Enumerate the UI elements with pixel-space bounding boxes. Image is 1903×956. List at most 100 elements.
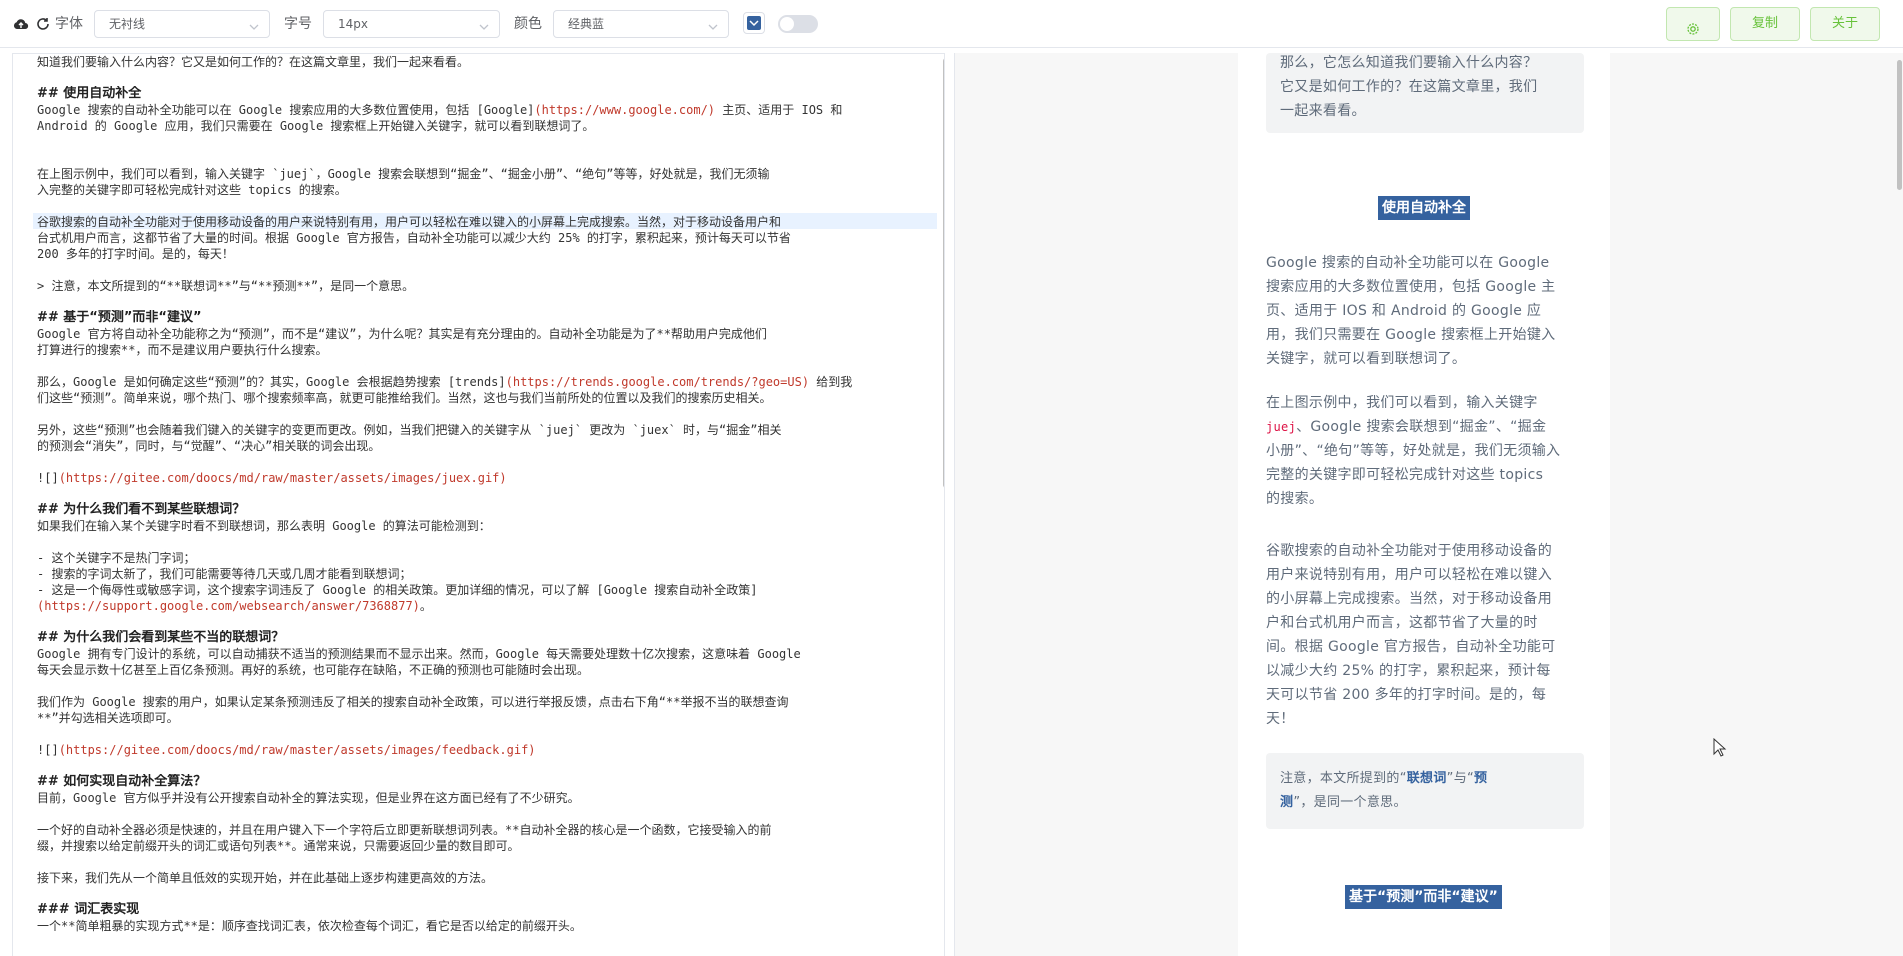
editor-line: ### 词汇表实现	[37, 902, 140, 917]
font-select[interactable]: 无衬线	[94, 10, 270, 38]
editor-blank-line	[37, 758, 927, 774]
para-line: 关键字，就可以看到联想词了。	[1266, 351, 1467, 367]
color-picker[interactable]	[743, 12, 765, 34]
markdown-url: (https://www.google.com/)	[534, 103, 716, 117]
para-line: Google 搜索的自动补全功能可以在 Google	[1266, 255, 1550, 271]
markdown-url: (https://trends.google.com/trends/?geo=U…	[505, 375, 810, 389]
para-line: 户和台式机用户而言，这都节省了大量的时	[1266, 615, 1538, 631]
editor-blank-line	[37, 262, 927, 278]
theme-toggle[interactable]	[778, 15, 818, 33]
preview-scrollbar[interactable]	[1897, 60, 1902, 190]
markdown-url: (https://gitee.com/doocs/md/raw/master/a…	[58, 743, 536, 757]
para-line: 谷歌搜索的自动补全功能对于使用移动设备的	[1266, 543, 1552, 559]
editor-line: ## 基于“预测”而非“建议”	[37, 310, 202, 325]
heading-prediction: 基于“预测”而非“建议”	[1345, 885, 1502, 909]
markdown-url: (https://gitee.com/doocs/md/raw/master/a…	[58, 471, 507, 485]
editor-line: 知道我们要输入什么内容？它又是如何工作的？在这篇文章里，我们一起来看看。	[37, 55, 470, 69]
editor-line: 一个**简单粗暴的实现方式**是：顺序查找词汇表，依次检查每个词汇，看它是否以给…	[37, 919, 582, 933]
editor-line: **”并勾选相关选项即可。	[37, 711, 179, 725]
quote-line: 一起来看看。	[1280, 103, 1366, 119]
mouse-cursor-icon	[1713, 737, 1727, 762]
para-line: 完整的关键字即可轻松完成针对这些 topics	[1266, 467, 1544, 483]
editor-line: ![](https://gitee.com/doocs/md/raw/maste…	[37, 471, 507, 485]
toolbar: 字体 无衬线 字号 14px 颜色 经典蓝 复制 关于	[0, 0, 1903, 48]
editor-line: - 搜索的字词太新了，我们可能需要等待几天或几周才能看到联想词；	[37, 567, 412, 581]
para-line: 小册”、“绝句”等等，好处就是，我们无须输入	[1266, 443, 1561, 459]
size-select[interactable]: 14px	[323, 10, 500, 38]
note-strong: 联想词	[1406, 771, 1447, 786]
intro-quote-text: 那么，它怎么知道我们要输入什么内容？ 它又是如何工作的？在这篇文章里，我们 一起…	[1280, 53, 1580, 123]
editor-line: 缀，并搜索以给定前缀开头的词汇或语句列表**。通常来说，只需要返回少量的数目即可…	[37, 839, 520, 853]
note-text: 注意，本文所提到的“联想词”与“预 测”，是同一个意思。	[1280, 767, 1570, 815]
paragraph-2: 在上图示例中，我们可以看到，输入关键字 juej、Google 搜索会联想到“掘…	[1266, 391, 1596, 511]
settings-button[interactable]	[1666, 7, 1720, 41]
editor-line: ## 为什么我们会看到某些不当的联想词？	[37, 630, 285, 645]
editor-line: 如果我们在输入某个关键字时看不到联想词，那么表明 Google 的算法可能检测到…	[37, 519, 491, 533]
editor-line: 入完整的关键字即可轻松完成针对这些 topics 的搜索。	[37, 183, 347, 197]
markdown-editor[interactable]: 知道我们要输入什么内容？它又是如何工作的？在这篇文章里，我们一起来看看。 ## 使…	[12, 53, 945, 956]
editor-line: ## 使用自动补全	[37, 86, 142, 101]
para-line: 在上图示例中，我们可以看到，输入关键字	[1266, 395, 1538, 411]
editor-line: Google 官方将自动补全功能称之为“预测”，而不是“建议”，为什么呢？其实是…	[37, 327, 767, 341]
inline-code: juej	[1266, 420, 1297, 434]
editor-line: - 这是一个侮辱性或敏感字词，这个搜索字词违反了 Google 的相关政策。更加…	[37, 583, 758, 597]
para-line: 的搜索。	[1266, 491, 1324, 507]
paragraph-1: Google 搜索的自动补全功能可以在 Google 搜索应用的大多数位置使用，…	[1266, 251, 1596, 371]
note-line: 测”，是同一个意思。	[1280, 791, 1570, 815]
editor-blank-line	[37, 454, 927, 470]
editor-blank-line	[37, 150, 927, 166]
note-suffix: ”，是同一个意思。	[1293, 795, 1407, 810]
refresh-icon[interactable]	[35, 16, 51, 32]
chevron-down-icon	[478, 18, 490, 30]
editor-line: 每天会显示数十亿甚至上百亿条预测。再好的系统，也可能存在缺陷，不正确的预测也可能…	[37, 663, 590, 677]
font-select-value: 无衬线	[109, 17, 146, 31]
editor-blank-line	[37, 726, 927, 742]
preview-page: 那么，它怎么知道我们要输入什么内容？ 它又是如何工作的？在这篇文章里，我们 一起…	[1238, 53, 1610, 956]
editor-line: ## 如何实现自动补全算法？	[37, 774, 207, 789]
editor-line: 另外，这些“预测”也会随着我们键入的关键字的变更而更改。例如，当我们把键入的关键…	[37, 423, 782, 437]
editor-line: 们这些“预测”。简单来说，哪个热门、哪个搜索频率高，就更可能推给我们。当然，这也…	[37, 391, 772, 405]
para-line: 天！	[1266, 711, 1295, 727]
para-line: 天可以节省 200 多年的打字时间。是的，每	[1266, 687, 1547, 703]
editor-line: 我们作为 Google 搜索的用户，如果认定某条预测违反了相关的搜索自动补全政策…	[37, 695, 789, 709]
copy-button[interactable]: 复制	[1730, 7, 1800, 41]
editor-blank-line	[37, 678, 927, 694]
color-label: 颜色	[514, 16, 542, 32]
para-line: 用户来说特别有用，用户可以轻松在难以键入	[1266, 567, 1552, 583]
editor-line: > 注意，本文所提到的“**联想词**”与“**预测**”，是同一个意思。	[37, 279, 415, 293]
editor-line: 台式机用户而言，这都节省了大量的时间。根据 Google 官方报告，自动补全功能…	[37, 231, 791, 245]
size-select-value: 14px	[338, 17, 368, 31]
editor-scrollbar[interactable]	[943, 58, 944, 488]
editor-line: Google 搜索的自动补全功能可以在 Google 搜索应用的大多数位置使用，…	[37, 103, 843, 117]
para-line: 以减少大约 25% 的打字，累积起来，预计每	[1266, 663, 1551, 679]
paragraph-3: 谷歌搜索的自动补全功能对于使用移动设备的 用户来说特别有用，用户可以轻松在难以键…	[1266, 539, 1596, 731]
para-line: 的小屏幕上完成搜索。当然，对于移动设备用	[1266, 591, 1552, 607]
font-label: 字体	[55, 16, 83, 32]
chevron-down-icon	[248, 18, 260, 30]
editor-line: 在上图示例中，我们可以看到，输入关键字 `juej`，Google 搜索会联想到…	[37, 167, 770, 181]
color-select-value: 经典蓝	[568, 17, 605, 31]
blockquote-intro: 那么，它怎么知道我们要输入什么内容？ 它又是如何工作的？在这篇文章里，我们 一起…	[1266, 53, 1584, 133]
editor-line: ![](https://gitee.com/doocs/md/raw/maste…	[37, 743, 536, 757]
para-line: 搜索应用的大多数位置使用，包括 Google 主	[1266, 279, 1556, 295]
editor-line: 目前，Google 官方似乎并没有公开搜索自动补全的算法实现，但是业界在这方面已…	[37, 791, 580, 805]
editor-line: - 这个关键字不是热门字词；	[37, 551, 196, 565]
editor-line: 那么，Google 是如何确定这些“预测”的？其实，Google 会根据趋势搜索…	[37, 375, 853, 389]
blockquote-note: 注意，本文所提到的“联想词”与“预 测”，是同一个意思。	[1266, 753, 1584, 829]
editor-text[interactable]: 知道我们要输入什么内容？它又是如何工作的？在这篇文章里，我们一起来看看。 ## 使…	[37, 54, 927, 934]
color-select[interactable]: 经典蓝	[553, 10, 729, 38]
editor-blank-line	[37, 534, 927, 550]
editor-blank-line	[37, 70, 927, 86]
para-line: 间。根据 Google 官方报告，自动补全功能可	[1266, 639, 1556, 655]
editor-line: (https://support.google.com/websearch/an…	[37, 599, 432, 613]
toggle-knob	[780, 17, 794, 31]
about-button[interactable]: 关于	[1810, 7, 1880, 41]
editor-line: 200 多年的打字时间。是的，每天！	[37, 247, 234, 261]
cloud-upload-icon[interactable]	[13, 16, 29, 32]
editor-blank-line	[37, 806, 927, 822]
editor-line: ## 为什么我们看不到某些联想词？	[37, 502, 246, 517]
note-line: 注意，本文所提到的“联想词”与“预	[1280, 767, 1570, 791]
chevron-down-icon	[707, 18, 719, 30]
editor-blank-line	[37, 134, 927, 150]
editor-blank-line	[37, 358, 927, 374]
